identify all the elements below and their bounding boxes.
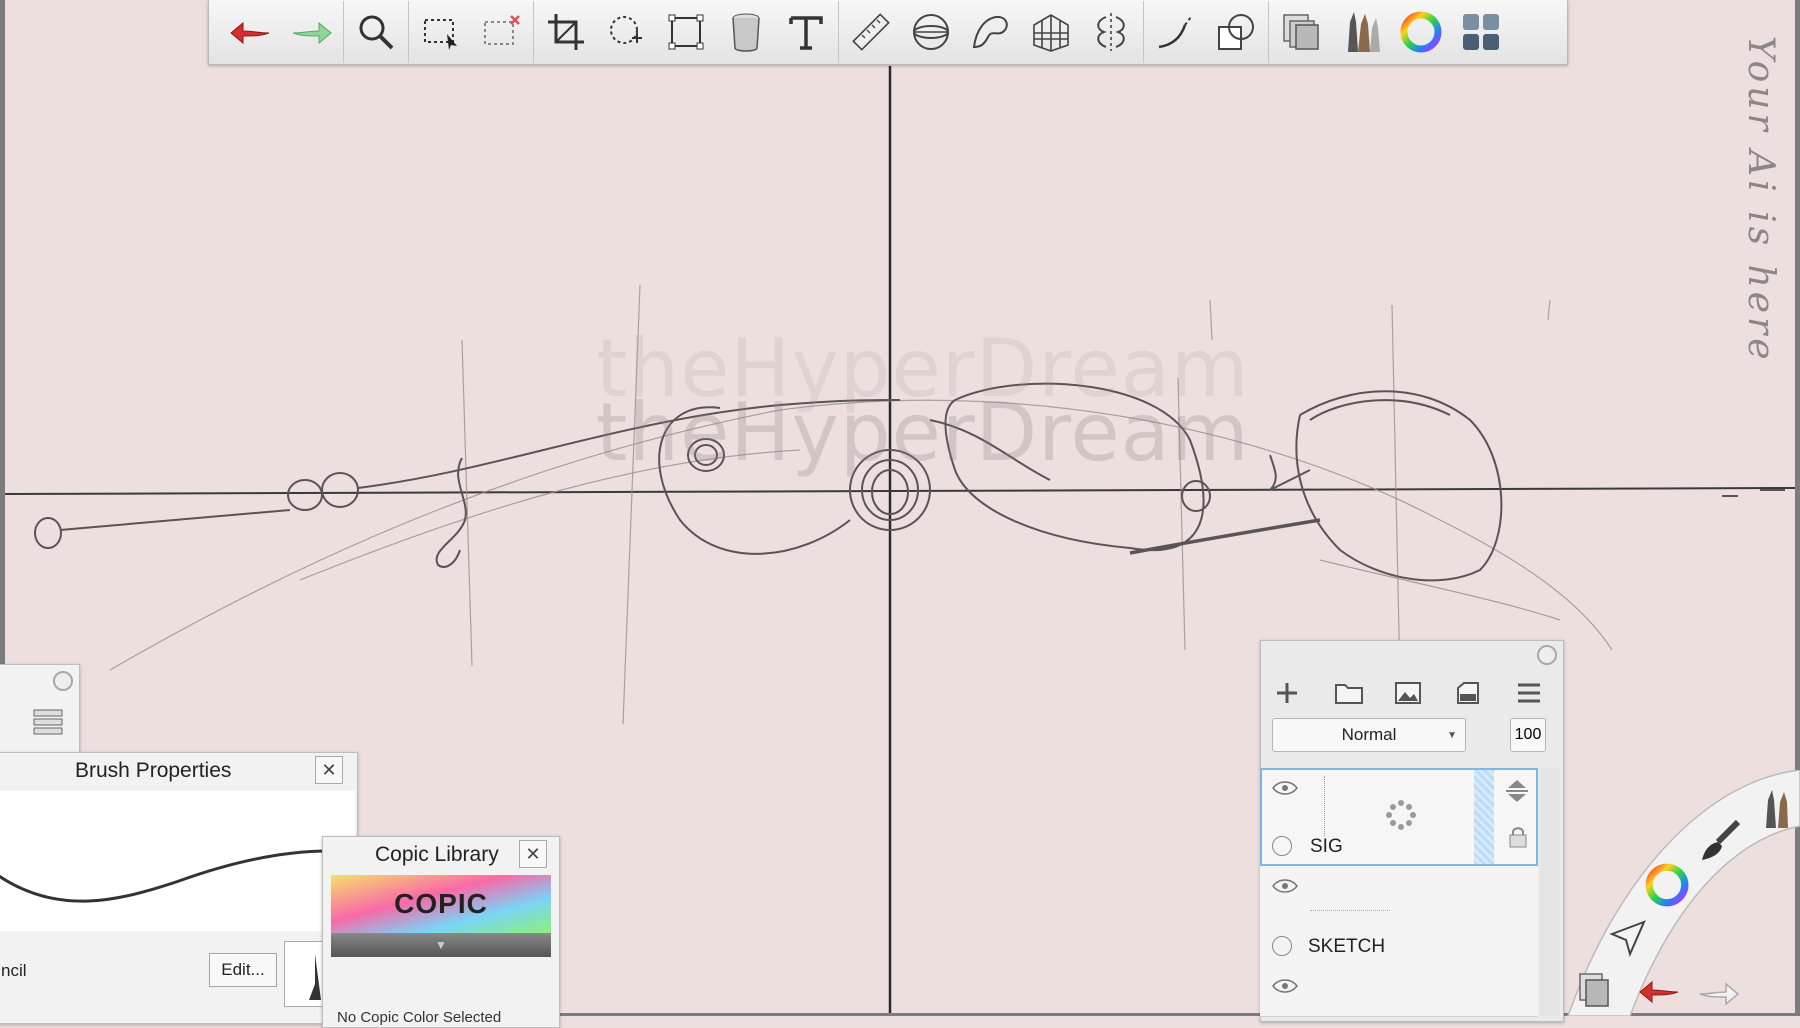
signature-text: Your Ai is here	[1740, 36, 1781, 364]
toolbar-separator	[408, 1, 409, 63]
pin-icon[interactable]	[53, 671, 73, 691]
deselect-icon[interactable]	[471, 2, 531, 62]
blend-mode-value: Normal	[1341, 725, 1397, 744]
undo-icon[interactable]	[1638, 976, 1682, 1011]
copic-logo[interactable]: COPIC	[331, 875, 551, 933]
color-wheel-icon[interactable]	[1644, 862, 1690, 913]
layer-select-radio[interactable]	[1272, 936, 1292, 956]
symmetry-icon[interactable]	[1081, 2, 1141, 62]
close-icon[interactable]: ✕	[519, 840, 547, 868]
pointer-icon[interactable]	[1608, 918, 1648, 963]
layers-icon[interactable]	[1271, 2, 1331, 62]
text-icon[interactable]	[776, 2, 836, 62]
layer-name: SKETCH	[1308, 936, 1386, 957]
visibility-eye-icon[interactable]	[1272, 780, 1298, 801]
crop-icon[interactable]	[536, 2, 596, 62]
perspective-icon[interactable]	[1021, 2, 1081, 62]
pencils-icon[interactable]	[1760, 788, 1800, 837]
folder-icon[interactable]	[1334, 680, 1364, 711]
lasso-transform-icon[interactable]	[596, 2, 656, 62]
visibility-eye-icon[interactable]	[1272, 878, 1298, 899]
undo-icon[interactable]	[221, 2, 281, 62]
copic-library-panel: Copic Library ✕ COPIC ▼ No Copic Color S…	[322, 836, 560, 1028]
layers-scroll-track[interactable]	[1540, 768, 1560, 1016]
layer-scrollbar[interactable]	[1474, 770, 1494, 864]
close-icon[interactable]: ✕	[315, 756, 343, 784]
chevron-down-icon: ▼	[1447, 729, 1457, 741]
copic-logo-text: COPIC	[394, 888, 488, 919]
brush-name: ncil	[1, 961, 27, 980]
chevron-down-icon: ▼	[435, 938, 447, 952]
ellipse-guide-icon[interactable]	[901, 2, 961, 62]
copic-status: No Copic Color Selected	[337, 1009, 502, 1026]
brush-properties-panel: Brush Properties ✕ ncil Edit...	[0, 752, 358, 1024]
edit-brush-button[interactable]: Edit...	[209, 953, 277, 987]
add-layer-icon[interactable]	[1274, 680, 1300, 711]
layer-thumbnail	[1324, 776, 1347, 836]
color-wheel-icon[interactable]	[1391, 2, 1451, 62]
panel-title: Brush Properties	[75, 759, 232, 782]
transform-icon[interactable]	[656, 2, 716, 62]
move-layer-icon[interactable]	[1386, 800, 1416, 835]
redo-icon[interactable]	[1696, 978, 1740, 1013]
toolbar-separator	[838, 1, 839, 63]
zoom-icon[interactable]	[346, 2, 406, 62]
menu-grid-icon[interactable]	[1451, 2, 1511, 62]
left-mini-panel	[0, 664, 80, 754]
french-curve-icon[interactable]	[961, 2, 1021, 62]
mask-icon[interactable]	[1456, 680, 1480, 711]
toolbar-separator	[1268, 1, 1269, 63]
copic-dropdown[interactable]: ▼	[331, 933, 551, 957]
layer-name: SIG	[1310, 836, 1343, 857]
toolbar-separator	[533, 1, 534, 63]
lagoon-radial-menu[interactable]	[1560, 769, 1800, 1017]
brushes-icon[interactable]	[1331, 2, 1391, 62]
layers-icon[interactable]	[1578, 970, 1614, 1015]
toolbar-separator	[1143, 1, 1144, 63]
brush-stroke-preview	[0, 791, 355, 931]
main-toolbar	[208, 0, 1568, 65]
watermark-text: theHyperDream	[596, 386, 1250, 479]
panel-title: Copic Library	[375, 843, 499, 866]
opacity-field[interactable]: 100	[1510, 718, 1546, 752]
redo-icon[interactable]	[281, 2, 341, 62]
paintbrush-icon[interactable]	[1698, 814, 1748, 869]
lock-icon[interactable]	[1508, 826, 1528, 853]
reorder-icon[interactable]	[1504, 778, 1530, 809]
toolbar-separator	[343, 1, 344, 63]
select-icon[interactable]	[411, 2, 471, 62]
stroke-icon[interactable]	[1146, 2, 1206, 62]
pin-icon[interactable]	[1537, 645, 1557, 665]
layer-select-radio[interactable]	[1272, 836, 1292, 856]
layer-item[interactable]: SIG	[1260, 768, 1538, 866]
layer-item[interactable]	[1260, 966, 1538, 1017]
layer-item[interactable]: SKETCH	[1260, 866, 1538, 967]
shapes-icon[interactable]	[1206, 2, 1266, 62]
list-view-icon[interactable]	[33, 709, 63, 735]
ruler-icon[interactable]	[841, 2, 901, 62]
fill-icon[interactable]	[716, 2, 776, 62]
image-layer-icon[interactable]	[1394, 680, 1422, 711]
blend-mode-select[interactable]: Normal ▼	[1272, 718, 1466, 752]
visibility-eye-icon[interactable]	[1272, 978, 1298, 999]
layer-thumbnail	[1310, 902, 1390, 911]
layer-menu-icon[interactable]	[1516, 682, 1542, 709]
